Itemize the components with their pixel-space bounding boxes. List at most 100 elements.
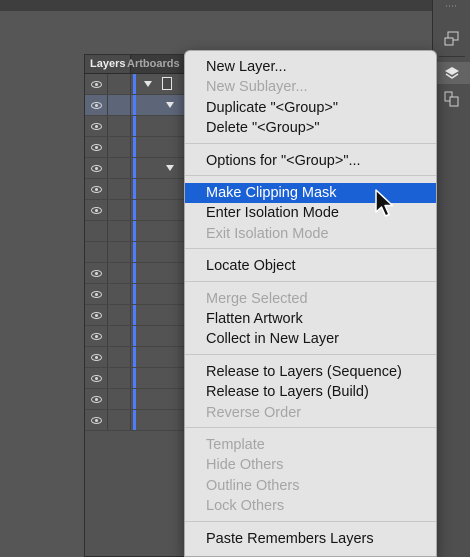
layer-color-bar — [133, 158, 136, 178]
layer-thumbnail — [162, 77, 172, 90]
layer-color-bar — [133, 200, 136, 220]
artboard-navigator-icon[interactable] — [433, 28, 470, 50]
menu-item-new-sublayer: New Sublayer... — [206, 79, 308, 96]
menu-separator — [185, 520, 436, 522]
visibility-toggle[interactable] — [85, 116, 108, 136]
visibility-toggle[interactable] — [85, 242, 108, 262]
lock-toggle[interactable] — [108, 263, 131, 283]
eye-icon — [90, 164, 102, 172]
layer-color-bar — [133, 179, 136, 199]
lock-toggle[interactable] — [108, 410, 131, 430]
lock-toggle[interactable] — [108, 137, 131, 157]
layer-color-bar — [133, 263, 136, 283]
layers-context-menu: New Layer... New Sublayer... Duplicate "<G… — [184, 50, 437, 557]
visibility-toggle[interactable] — [85, 179, 108, 199]
dock-divider — [439, 56, 465, 57]
lock-toggle[interactable] — [108, 200, 131, 220]
layer-color-bar — [133, 368, 136, 388]
visibility-toggle[interactable] — [85, 389, 108, 409]
eye-icon — [90, 101, 102, 109]
menu-separator — [185, 248, 436, 250]
menu-item-paste-remembers-layers[interactable]: Paste Remembers Layers — [185, 529, 436, 549]
layers-icon[interactable] — [433, 62, 470, 84]
menu-separator — [185, 427, 436, 428]
layer-color-bar — [133, 74, 136, 94]
visibility-toggle[interactable] — [85, 326, 108, 346]
lock-toggle[interactable] — [108, 221, 131, 241]
menu-item-enter-isolation-mode[interactable]: Enter Isolation Mode — [185, 203, 436, 223]
menu-item-locate-object[interactable]: Locate Object — [185, 256, 436, 276]
lock-toggle[interactable] — [108, 368, 131, 388]
visibility-toggle[interactable] — [85, 200, 108, 220]
eye-icon — [90, 290, 102, 298]
eye-icon — [90, 143, 102, 151]
tab-artboards[interactable]: Artboards — [122, 55, 185, 73]
lock-toggle[interactable] — [108, 179, 131, 199]
lock-toggle[interactable] — [108, 158, 131, 178]
visibility-toggle[interactable] — [85, 305, 108, 325]
eye-icon — [90, 185, 102, 193]
menu-item-flatten-artwork[interactable]: Flatten Artwork — [185, 309, 436, 329]
dock-grip-icon[interactable] — [433, 0, 470, 12]
layer-color-bar — [133, 305, 136, 325]
visibility-toggle[interactable] — [85, 410, 108, 430]
disclosure-triangle-icon[interactable] — [144, 81, 152, 87]
lock-toggle[interactable] — [108, 284, 131, 304]
menu-separator — [185, 175, 436, 176]
layer-color-bar — [133, 137, 136, 157]
menu-item-release-to-layers-sequence[interactable]: Release to Layers (Sequence) — [185, 362, 436, 382]
lock-toggle[interactable] — [108, 389, 131, 409]
lock-toggle[interactable] — [108, 95, 131, 115]
eye-icon — [90, 269, 102, 277]
visibility-toggle[interactable] — [85, 74, 108, 94]
menu-item-exit-isolation-mode: Exit Isolation Mode — [206, 225, 329, 242]
menu-separator — [185, 142, 436, 144]
menu-item-make-clipping-mask[interactable]: Make Clipping Mask — [185, 183, 436, 203]
disclosure-triangle-icon[interactable] — [166, 102, 174, 108]
menu-item-template: Template — [206, 437, 265, 453]
top-strip — [0, 0, 470, 11]
menu-separator — [185, 353, 436, 355]
menu-item-merge-selected: Merge Selected — [206, 290, 308, 307]
visibility-toggle[interactable] — [85, 347, 108, 367]
menu-item-new-layer[interactable]: New Layer... — [185, 57, 436, 77]
visibility-toggle[interactable] — [85, 368, 108, 388]
visibility-toggle[interactable] — [85, 263, 108, 283]
visibility-toggle[interactable] — [85, 95, 108, 115]
menu-item-hide-others: Hide Others — [206, 457, 284, 474]
menu-item-reverse-order: Reverse Order — [206, 404, 302, 421]
lock-toggle[interactable] — [108, 242, 131, 262]
menu-item-options-for-group[interactable]: Options for "<Group>"... — [185, 151, 436, 171]
visibility-toggle[interactable] — [85, 158, 108, 178]
layer-color-bar — [133, 389, 136, 409]
visibility-toggle[interactable] — [85, 221, 108, 241]
layer-color-bar — [133, 242, 136, 262]
eye-icon — [90, 353, 102, 361]
right-panel-dock — [432, 0, 470, 557]
layer-color-bar — [133, 116, 136, 136]
eye-icon — [90, 80, 102, 88]
menu-item-collect-in-new-layer[interactable]: Collect in New Layer — [185, 329, 436, 349]
layer-color-bar — [133, 347, 136, 367]
eye-icon — [90, 395, 102, 403]
lock-toggle[interactable] — [108, 116, 131, 136]
lock-toggle[interactable] — [108, 347, 131, 367]
layer-color-bar — [133, 221, 136, 241]
visibility-toggle[interactable] — [85, 284, 108, 304]
lock-toggle[interactable] — [108, 305, 131, 325]
visibility-toggle[interactable] — [85, 137, 108, 157]
artboards-icon[interactable] — [433, 88, 470, 110]
eye-icon — [90, 311, 102, 319]
lock-toggle[interactable] — [108, 326, 131, 346]
menu-item-release-to-layers-build[interactable]: Release to Layers (Build) — [185, 382, 436, 402]
menu-item-duplicate-group[interactable]: Duplicate "<Group>" — [185, 98, 436, 118]
layer-color-bar — [133, 95, 136, 115]
eye-icon — [90, 332, 102, 340]
menu-item-delete-group[interactable]: Delete "<Group>" — [185, 118, 436, 138]
eye-icon — [90, 374, 102, 382]
layer-color-bar — [133, 410, 136, 430]
menu-separator — [185, 280, 436, 282]
lock-toggle[interactable] — [108, 74, 131, 94]
layer-color-bar — [133, 326, 136, 346]
disclosure-triangle-icon[interactable] — [166, 165, 174, 171]
